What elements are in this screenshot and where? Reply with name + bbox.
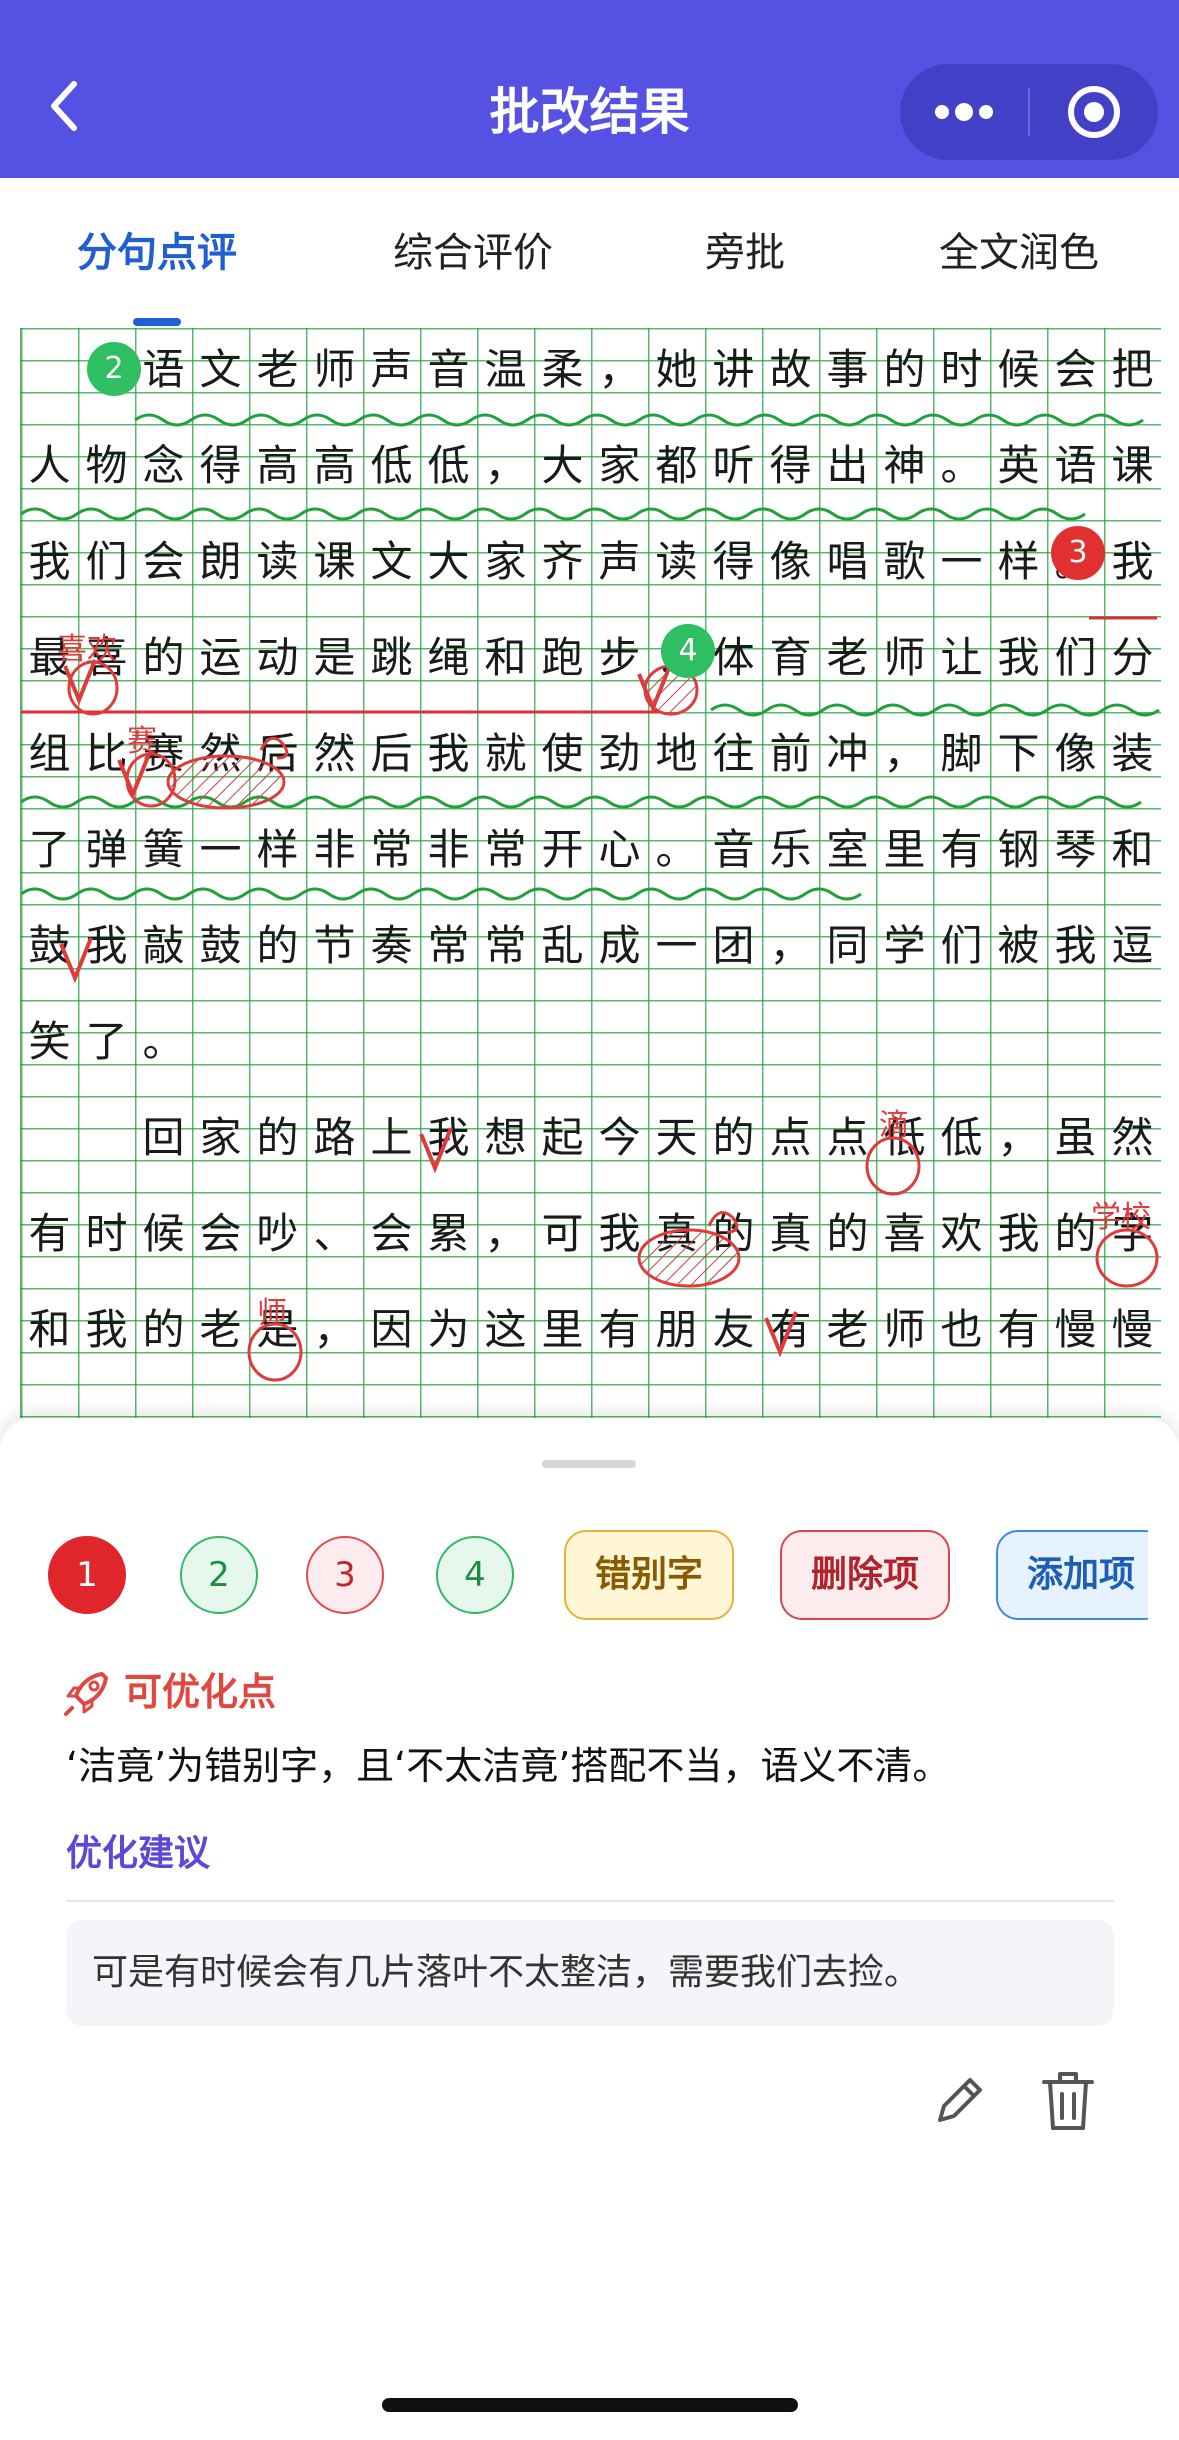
record-target-icon [1068,86,1120,138]
active-tab-indicator [133,318,181,326]
typo-filter-chip[interactable]: 错别字 [564,1530,734,1620]
correction-label: 滴 [879,1108,909,1143]
sentence-marker-2[interactable]: 2 [87,342,141,396]
more-dots-icon [935,103,993,121]
sentence-chip-3[interactable]: 3 [306,1536,384,1614]
rocket-icon [64,1672,108,1716]
more-button[interactable] [900,64,1028,160]
sentence-chip-4[interactable]: 4 [436,1536,514,1614]
correction-label: 喜欢 [57,632,117,667]
correction-label: 赛 [127,724,157,759]
sentence-chip-2[interactable]: 2 [180,1536,258,1614]
filter-chip-row: 1 2 3 4 错别字 删除项 添加项 [48,1530,1148,1630]
issue-description: ‘洁竟’为错别字，且‘不太洁竟’搭配不当，语义不清。 [66,1744,951,1788]
issue-title: 可优化点 [124,1670,277,1714]
tab-sentence-review[interactable]: 分句点评 [62,218,252,288]
marker-layer: 2 3 4 喜欢 赛 滴 学校 师 [21,328,1161,1418]
sheet-drag-handle[interactable] [542,1460,636,1468]
sentence-chip-1[interactable]: 1 [48,1536,126,1614]
close-button[interactable] [1030,64,1158,160]
tab-bar: 分句点评 综合评价 旁批 全文润色 [0,178,1179,328]
tab-side-comments[interactable]: 旁批 [690,218,800,288]
tab-overall-evaluation[interactable]: 综合评价 [378,218,568,288]
divider [66,1900,1114,1902]
add-filter-chip[interactable]: 添加项 [996,1530,1148,1620]
review-detail-sheet: 1 2 3 4 错别字 删除项 添加项 可优化点 ‘洁竟’为错别字，且‘不太洁竟… [0,1418,1179,2440]
sentence-marker-3[interactable]: 3 [1051,526,1105,580]
top-nav-bar: 批改结果 [0,0,1179,178]
correction-label: 师 [257,1296,287,1331]
tab-full-polish[interactable]: 全文润色 [924,218,1114,288]
correction-label: 学校 [1091,1200,1151,1235]
mini-program-capsule [900,64,1158,160]
essay-grid: 语文老师声音温柔，她讲故事的时候会把人物念得高高低低，大家都听得出神。英语课我们… [20,328,1161,1418]
suggestion-text: 可是有时候会有几片落叶不太整洁，需要我们去捡。 [66,1920,1114,2026]
home-indicator [382,2398,798,2412]
trash-icon[interactable] [1034,2066,1102,2134]
pencil-icon[interactable] [928,2068,992,2132]
sentence-marker-4[interactable]: 4 [661,624,715,678]
delete-filter-chip[interactable]: 删除项 [780,1530,950,1620]
suggestion-title: 优化建议 [66,1833,211,1874]
